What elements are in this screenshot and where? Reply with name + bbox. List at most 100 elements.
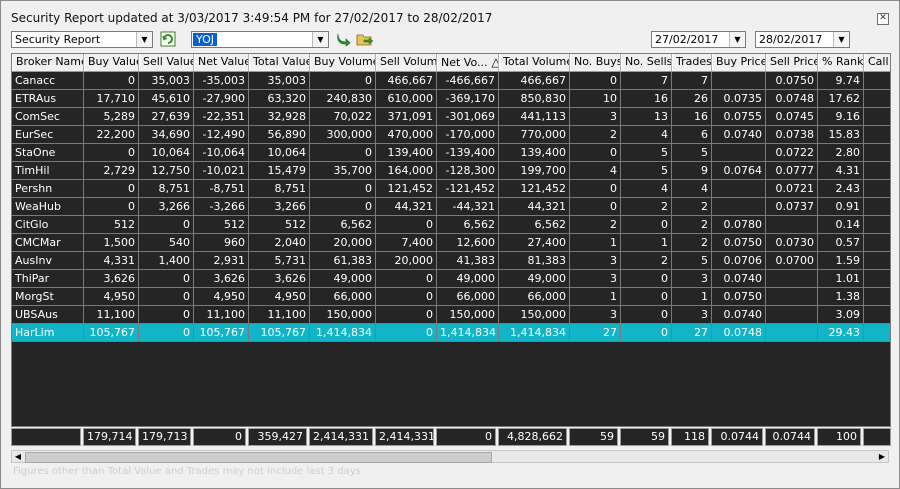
table-cell: 35,003 xyxy=(249,72,310,90)
table-cell: 2,729 xyxy=(84,162,139,180)
total-cell: 0.0744 xyxy=(711,428,763,446)
table-row[interactable]: Canacc 0 35,003 -35,003 35,003 0 466,667 -466,6… xyxy=(12,72,890,90)
chevron-down-icon[interactable]: ▼ xyxy=(729,32,745,47)
table-row[interactable]: ComSec 5,289 27,639 -22,351 32,928 70,022 371,… xyxy=(12,108,890,126)
column-header[interactable]: Broker Name xyxy=(12,54,84,71)
table-cell: 1.01 xyxy=(818,270,864,288)
scroll-left-icon[interactable]: ◀ xyxy=(12,451,24,462)
chevron-down-icon[interactable]: ▼ xyxy=(136,32,152,47)
table-cell: 2.80 xyxy=(818,144,864,162)
security-code-value: YOJ xyxy=(193,33,218,46)
table-cell: 4 xyxy=(621,180,672,198)
table-cell xyxy=(864,108,890,126)
total-cell: 118 xyxy=(671,428,709,446)
table-cell: 0 xyxy=(84,72,139,90)
column-header[interactable]: % Rank xyxy=(818,54,864,71)
column-header[interactable]: Net Vo... △ xyxy=(437,54,499,71)
column-header[interactable]: Total Value xyxy=(249,54,310,71)
export-icon[interactable] xyxy=(356,31,374,48)
column-header[interactable]: Total Volume xyxy=(499,54,570,71)
column-header[interactable]: Buy Price xyxy=(712,54,766,71)
broker-name-cell: HarLim xyxy=(12,324,84,342)
date-to-picker[interactable]: 28/02/2017 ▼ xyxy=(755,31,850,48)
report-type-select[interactable]: Security Report ▼ xyxy=(11,31,153,48)
table-row[interactable]: CitGlo 512 0 512 512 6,562 0 6,562 6,562 2 0 2 0.078… xyxy=(12,216,890,234)
table-cell: 3 xyxy=(570,108,621,126)
table-cell xyxy=(864,216,890,234)
column-header[interactable]: Sell Value xyxy=(139,54,194,71)
scroll-right-icon[interactable]: ▶ xyxy=(876,451,888,462)
horizontal-scrollbar[interactable]: ◀ ▶ xyxy=(11,450,889,463)
table-row[interactable]: Pershn 0 8,751 -8,751 8,751 0 121,452 -121,452 1… xyxy=(12,180,890,198)
table-cell: 81,383 xyxy=(499,252,570,270)
table-cell: 70,022 xyxy=(310,108,376,126)
go-arrow-icon[interactable] xyxy=(334,31,351,48)
table-cell xyxy=(864,90,890,108)
column-header[interactable]: Sell Volume xyxy=(376,54,437,71)
table-row[interactable]: WeaHub 0 3,266 -3,266 3,266 0 44,321 -44,321 44,… xyxy=(12,198,890,216)
total-cell: 0 xyxy=(193,428,246,446)
table-row[interactable]: StaOne 0 10,064 -10,064 10,064 0 139,400 -139,4… xyxy=(12,144,890,162)
column-header[interactable]: Buy Value xyxy=(84,54,139,71)
table-cell: 16 xyxy=(621,90,672,108)
footnote: Figures other than Total Value and Trade… xyxy=(13,466,361,477)
column-header[interactable]: Trades xyxy=(672,54,712,71)
broker-name-cell: TimHil xyxy=(12,162,84,180)
table-cell: 27 xyxy=(672,324,712,342)
table-cell: 1 xyxy=(621,234,672,252)
table-cell xyxy=(864,72,890,90)
grid-header: Broker Name Buy Value Sell Value Net Value T… xyxy=(12,54,890,72)
table-cell: 512 xyxy=(249,216,310,234)
table-row[interactable]: AusInv 4,331 1,400 2,931 5,731 61,383 20,000 41… xyxy=(12,252,890,270)
table-row[interactable]: ThiPar 3,626 0 3,626 3,626 49,000 0 49,000 49,00… xyxy=(12,270,890,288)
table-cell: 441,113 xyxy=(499,108,570,126)
table-cell: -27,900 xyxy=(194,90,249,108)
column-header[interactable]: No. Sells xyxy=(621,54,672,71)
sort-ascending-icon: △ xyxy=(488,55,498,69)
table-cell: 45,610 xyxy=(139,90,194,108)
table-cell: 66,000 xyxy=(437,288,499,306)
table-cell: 0 xyxy=(376,216,437,234)
column-header[interactable]: Net Value xyxy=(194,54,249,71)
date-from-value: 27/02/2017 xyxy=(655,33,719,46)
table-cell: 27,400 xyxy=(499,234,570,252)
table-row[interactable]: CMCMar 1,500 540 960 2,040 20,000 7,400 12,600 2… xyxy=(12,234,890,252)
table-row[interactable]: HarLim 105,767 0 105,767 105,767 1,414,834 0 1,… xyxy=(12,324,890,342)
table-cell: 0 xyxy=(310,180,376,198)
column-header[interactable]: Sell Price xyxy=(766,54,818,71)
table-row[interactable]: EurSec 22,200 34,690 -12,490 56,890 300,000 47… xyxy=(12,126,890,144)
scrollbar-thumb[interactable] xyxy=(25,452,492,463)
table-cell: 9.74 xyxy=(818,72,864,90)
close-icon[interactable]: ✕ xyxy=(877,13,889,25)
date-from-picker[interactable]: 27/02/2017 ▼ xyxy=(651,31,746,48)
table-row[interactable]: TimHil 2,729 12,750 -10,021 15,479 35,700 164,… xyxy=(12,162,890,180)
table-row[interactable]: ETRAus 17,710 45,610 -27,900 63,320 240,830 61… xyxy=(12,90,890,108)
table-cell: 11,100 xyxy=(194,306,249,324)
column-header[interactable]: Buy Volume xyxy=(310,54,376,71)
table-cell: 466,667 xyxy=(499,72,570,90)
column-header[interactable]: Call xyxy=(864,54,890,71)
broker-name-cell: ComSec xyxy=(12,108,84,126)
table-cell: 22,200 xyxy=(84,126,139,144)
table-cell: 850,830 xyxy=(499,90,570,108)
table-cell: 27,639 xyxy=(139,108,194,126)
table-cell: 1 xyxy=(672,288,712,306)
table-cell: 0 xyxy=(376,324,437,342)
table-row[interactable]: UBSAus 11,100 0 11,100 11,100 150,000 0 150,000… xyxy=(12,306,890,324)
total-cell: 59 xyxy=(620,428,669,446)
table-cell: 16 xyxy=(672,108,712,126)
broker-name-cell: CitGlo xyxy=(12,216,84,234)
broker-name-cell: EurSec xyxy=(12,126,84,144)
table-row[interactable]: MorgSt 4,950 0 4,950 4,950 66,000 0 66,000 66,00… xyxy=(12,288,890,306)
table-cell: 2.43 xyxy=(818,180,864,198)
column-header[interactable]: No. Buys xyxy=(570,54,621,71)
refresh-icon[interactable] xyxy=(159,31,176,48)
table-cell: 0.0740 xyxy=(712,126,766,144)
table-cell: 150,000 xyxy=(499,306,570,324)
chevron-down-icon[interactable]: ▼ xyxy=(312,32,328,47)
chevron-down-icon[interactable]: ▼ xyxy=(833,32,849,47)
table-cell: 35,003 xyxy=(139,72,194,90)
broker-grid[interactable]: Broker Name Buy Value Sell Value Net Value T… xyxy=(11,53,891,427)
security-code-select[interactable]: YOJ ▼ xyxy=(191,31,329,48)
table-cell: 0.0700 xyxy=(766,252,818,270)
